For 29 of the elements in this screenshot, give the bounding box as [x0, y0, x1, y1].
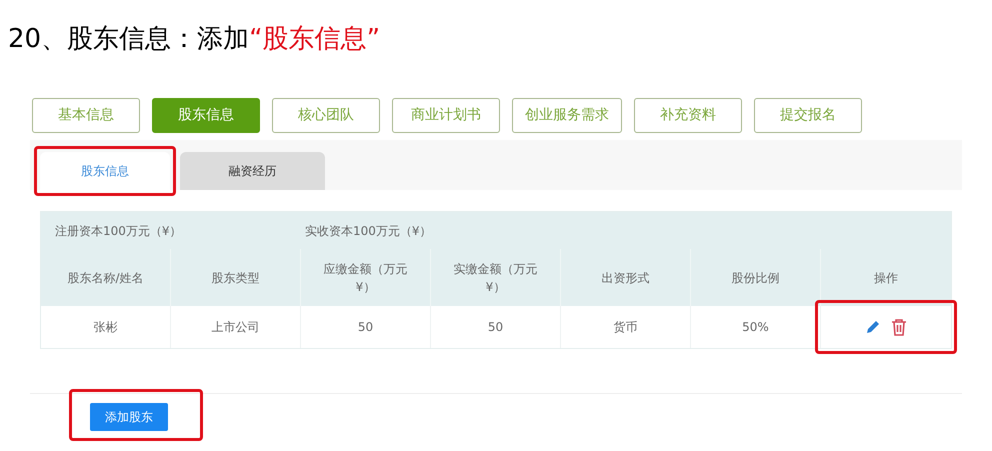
column-header: 股份比例	[732, 270, 780, 286]
tab[interactable]: 补充资料	[634, 98, 742, 133]
table-cell-text: 50	[488, 319, 504, 336]
table-cell-text: 上市公司	[212, 319, 260, 336]
column-header: 股东名称/姓名	[67, 270, 144, 286]
table-cell-text: 张彬	[94, 319, 118, 336]
column-header: 操作	[874, 270, 898, 286]
sub-tab[interactable]: 融资经历	[180, 152, 325, 190]
tab[interactable]: 股东信息	[152, 98, 260, 133]
capital-text: 注册资本100万元（¥）	[55, 222, 183, 240]
heading-emphasis: “股东信息”	[249, 23, 380, 56]
add-shareholder-button[interactable]: 添加股东	[90, 403, 168, 431]
heading-text: 20、股东信息：添加	[8, 23, 250, 56]
column-header: 股东类型	[212, 270, 260, 286]
tab[interactable]: 核心团队	[272, 98, 380, 133]
table-cell-text: 50	[358, 319, 374, 336]
tab[interactable]: 提交报名	[754, 98, 862, 133]
delete-icon[interactable]	[891, 318, 907, 336]
table-cell-text: 货币	[614, 319, 638, 336]
tab[interactable]: 基本信息	[32, 98, 140, 133]
capital-text: 实收资本100万元（¥）	[305, 222, 433, 240]
sub-tab[interactable]: 股东信息	[40, 152, 170, 190]
tab[interactable]: 商业计划书	[392, 98, 500, 133]
column-header: 出资形式	[602, 270, 650, 286]
table-cell-text: 50%	[742, 319, 769, 336]
column-header: 应缴金额（万元¥）	[322, 260, 408, 296]
edit-icon[interactable]	[865, 319, 881, 335]
tab[interactable]: 创业服务需求	[512, 98, 622, 133]
column-header: 实缴金额（万元¥）	[452, 260, 538, 296]
